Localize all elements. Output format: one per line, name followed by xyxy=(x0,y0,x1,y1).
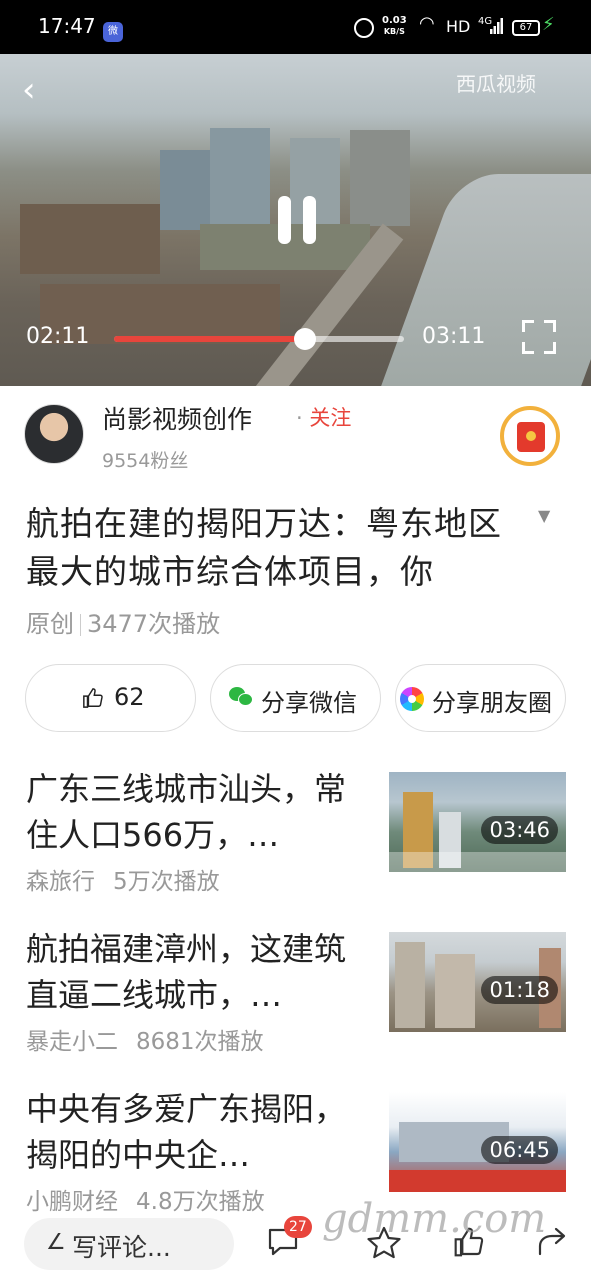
video-scene-building xyxy=(160,150,210,230)
follow-button[interactable]: · 关注 xyxy=(296,402,351,432)
status-bar: 17:47 微 0.03 KB/S ◠ HD 4G 67 ⚡ xyxy=(0,0,591,54)
hd-indicator: HD xyxy=(446,17,471,36)
video-duration: 06:45 xyxy=(481,1136,558,1164)
video-platform-logo: 西瓜视频 xyxy=(456,72,536,96)
video-duration: 03:46 xyxy=(481,816,558,844)
seek-bar-progress xyxy=(114,336,306,342)
play-count: 3477次播放 xyxy=(87,610,221,638)
related-video-item[interactable]: 广东三线城市汕头，常住人口566万，… 森旅行 5万次播放 03:46 xyxy=(0,766,591,926)
related-video-meta: 森旅行 5万次播放 xyxy=(26,869,220,895)
video-meta: 原创 3477次播放 xyxy=(26,604,220,639)
related-video-title: 中央有多爱广东揭阳，揭阳的中央企… xyxy=(26,1090,347,1174)
site-watermark: gdmm.com xyxy=(322,1196,547,1242)
fullscreen-icon[interactable] xyxy=(522,320,556,354)
pause-button[interactable] xyxy=(276,196,318,244)
comment-placeholder: 写评论... xyxy=(72,1233,171,1262)
share-moments-label: 分享朋友圈 xyxy=(432,689,552,717)
related-video-item[interactable]: 航拍福建漳州，这建筑直逼二线城市，… 暴走小二 8681次播放 01:18 xyxy=(0,926,591,1086)
video-scene-site xyxy=(20,204,160,274)
video-scene-building xyxy=(350,130,410,226)
related-video-thumbnail[interactable]: 03:46 xyxy=(389,772,566,872)
status-time: 17:47 xyxy=(38,14,96,38)
video-player[interactable]: ‹ 西瓜视频 02:11 03:11 xyxy=(0,54,591,386)
share-wechat-button[interactable]: 分享微信 xyxy=(210,664,381,732)
related-video-thumbnail[interactable]: 06:45 xyxy=(389,1092,566,1192)
author-name[interactable]: 尚影视频创作 xyxy=(102,400,252,436)
seek-bar[interactable] xyxy=(114,328,404,350)
red-packet-icon[interactable] xyxy=(500,406,560,466)
share-moments-button[interactable]: 分享朋友圈 xyxy=(395,664,566,732)
alarm-icon xyxy=(354,18,374,38)
video-title: 航拍在建的揭阳万达：粤东地区最大的城市综合体项目，你 xyxy=(26,504,502,591)
pen-icon: ∠ xyxy=(46,1230,66,1255)
expand-title-icon[interactable]: ▼ xyxy=(538,506,550,525)
video-duration: 01:18 xyxy=(481,976,558,1004)
like-count: 62 xyxy=(114,683,145,711)
fans-count: 9554粉丝 xyxy=(102,450,189,472)
moments-icon xyxy=(400,687,424,711)
total-time: 03:11 xyxy=(422,324,486,349)
app-notification-icon: 微 xyxy=(103,22,123,42)
related-video-thumbnail[interactable]: 01:18 xyxy=(389,932,566,1032)
signal-icon xyxy=(490,18,503,34)
network-speed: 0.03 KB/S xyxy=(382,15,407,36)
battery-icon: 67 xyxy=(512,20,540,36)
charging-icon: ⚡ xyxy=(542,14,555,35)
related-video-title: 广东三线城市汕头，常住人口566万，… xyxy=(26,770,347,854)
author-row: 尚影视频创作 · 关注 9554粉丝 xyxy=(0,386,591,486)
back-button[interactable]: ‹ xyxy=(22,72,52,108)
thumbs-up-icon xyxy=(83,688,103,708)
current-time: 02:11 xyxy=(26,324,90,349)
related-video-meta: 小鹏财经 4.8万次播放 xyxy=(26,1189,265,1215)
comment-input[interactable]: ∠ 写评论... xyxy=(24,1218,234,1270)
author-avatar[interactable] xyxy=(24,404,84,464)
related-video-meta: 暴走小二 8681次播放 xyxy=(26,1029,264,1055)
video-scene-building xyxy=(210,128,270,228)
related-video-title: 航拍福建漳州，这建筑直逼二线城市，… xyxy=(26,930,347,1014)
wechat-icon xyxy=(229,687,253,707)
original-tag: 原创 xyxy=(26,610,74,638)
like-button[interactable]: 62 xyxy=(25,664,196,732)
comment-count-badge: 27 xyxy=(284,1216,312,1238)
share-wechat-label: 分享微信 xyxy=(261,689,357,717)
wifi-icon: ◠ xyxy=(419,13,435,34)
